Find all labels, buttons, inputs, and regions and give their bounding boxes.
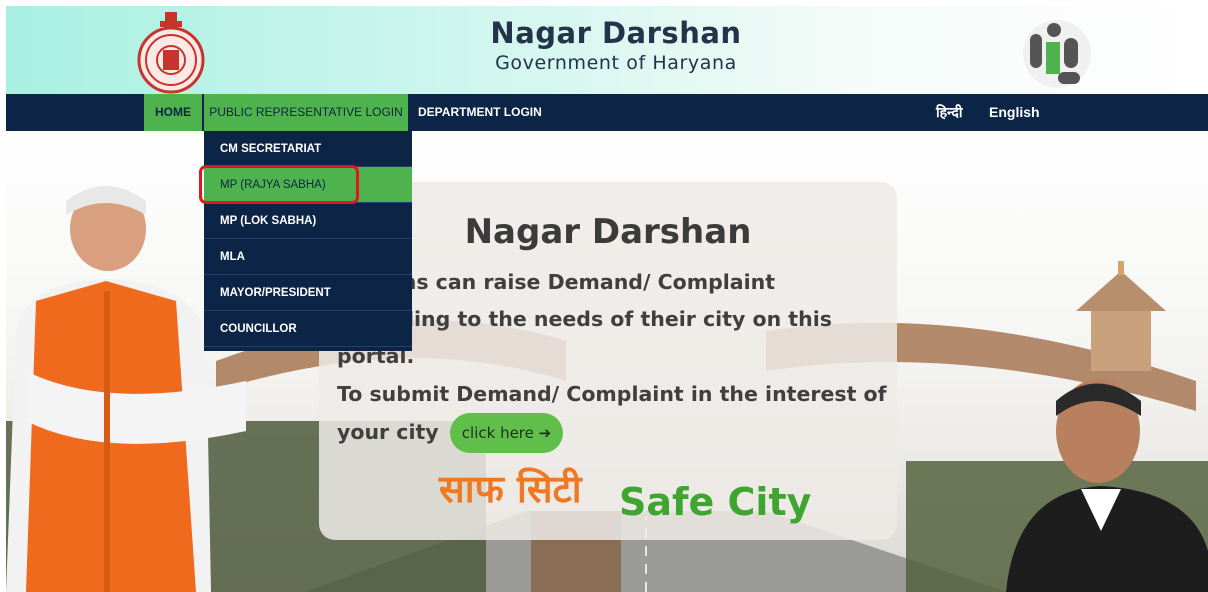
dropdown-item-mp-lok-sabha[interactable]: MP (LOK SABHA) [204, 203, 412, 239]
language-english[interactable]: English [989, 94, 1040, 131]
nagar-darshan-logo-icon [1023, 20, 1091, 88]
panel-description: Citizens can raise Demand/ Complaint acc… [337, 270, 832, 368]
main-navbar: HOME PUBLIC REPRESENTATIVE LOGIN DEPARTM… [6, 94, 1208, 131]
dropdown-item-cm-secretariat[interactable]: CM SECRETARIAT [204, 131, 412, 167]
nav-home[interactable]: HOME [144, 94, 202, 131]
language-hindi[interactable]: हिन्दी [936, 94, 962, 131]
dropdown-item-councillor[interactable]: COUNCILLOR [204, 311, 412, 347]
panel-cta-label: To submit Demand/ Complaint in the inter… [337, 382, 887, 444]
click-here-button[interactable]: click here ➔ [449, 413, 564, 453]
nav-public-representative-login[interactable]: PUBLIC REPRESENTATIVE LOGIN [204, 94, 408, 131]
arrow-right-icon: ➔ [538, 424, 552, 442]
dropdown-item-mla[interactable]: MLA [204, 239, 412, 275]
site-subtitle: Government of Haryana [495, 52, 737, 74]
safe-city-hindi-logo: साफ सिटी [439, 467, 582, 511]
public-representative-dropdown: CM SECRETARIAT MP (RAJYA SABHA) MP (LOK … [204, 131, 412, 351]
site-title: Nagar Darshan [490, 16, 742, 50]
header-banner: Nagar Darshan Government of Haryana [6, 6, 1208, 94]
click-here-label: click here [461, 424, 534, 442]
nav-department-login[interactable]: DEPARTMENT LOGIN [418, 94, 542, 131]
panel-cta-text: To submit Demand/ Complaint in the inter… [337, 376, 892, 453]
safe-city-english-logo: Safe City [619, 480, 812, 524]
selection-highlight-box [199, 165, 359, 204]
dropdown-item-mayor-president[interactable]: MAYOR/PRESIDENT [204, 275, 412, 311]
page: Nagar Darshan Government of Haryana HOME… [0, 0, 1208, 592]
haryana-emblem-icon [137, 12, 205, 94]
